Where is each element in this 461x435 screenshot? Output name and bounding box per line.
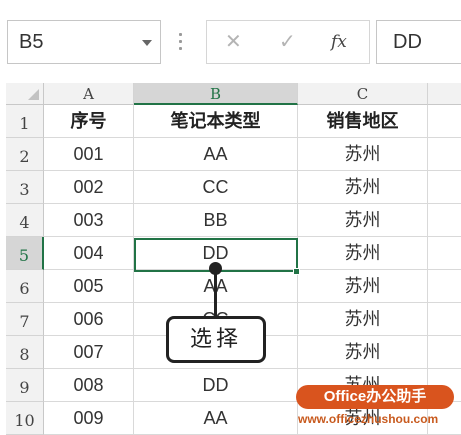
chevron-down-icon[interactable] bbox=[142, 40, 152, 46]
row-header-7[interactable]: 7 bbox=[6, 303, 44, 336]
cell-c7[interactable]: 苏州 bbox=[298, 303, 428, 336]
cell-a3[interactable]: 002 bbox=[44, 171, 134, 204]
cell-b10[interactable]: AA bbox=[134, 402, 298, 435]
cell-d7[interactable] bbox=[428, 303, 461, 336]
cell-a9[interactable]: 008 bbox=[44, 369, 134, 402]
cell-c2[interactable]: 苏州 bbox=[298, 138, 428, 171]
cell-a7[interactable]: 006 bbox=[44, 303, 134, 336]
cell-b2[interactable]: AA bbox=[134, 138, 298, 171]
cell-d4[interactable] bbox=[428, 204, 461, 237]
watermark: Office办公助手 www.officezhushou.com bbox=[296, 383, 461, 435]
cancel-icon[interactable]: ✕ bbox=[225, 29, 242, 54]
cell-a6[interactable]: 005 bbox=[44, 270, 134, 303]
cell-a4[interactable]: 003 bbox=[44, 204, 134, 237]
cell-b9[interactable]: DD bbox=[134, 369, 298, 402]
row-header-9[interactable]: 9 bbox=[6, 369, 44, 402]
watermark-url: www.officezhushou.com bbox=[298, 412, 439, 426]
cell-a1[interactable]: 序号 bbox=[44, 105, 134, 138]
cell-c6[interactable]: 苏州 bbox=[298, 270, 428, 303]
drag-handle-icon[interactable] bbox=[179, 33, 183, 51]
enter-icon[interactable]: ✓ bbox=[279, 29, 296, 54]
cell-d8[interactable] bbox=[428, 336, 461, 369]
callout-label: 选择 bbox=[166, 316, 266, 363]
row-header-2[interactable]: 2 bbox=[6, 138, 44, 171]
cell-b1[interactable]: 笔记本类型 bbox=[134, 105, 298, 138]
name-box[interactable]: B5 bbox=[7, 20, 161, 64]
row-header-4[interactable]: 4 bbox=[6, 204, 44, 237]
watermark-logo: Office办公助手 bbox=[296, 385, 454, 409]
row-header-1[interactable]: 1 bbox=[6, 105, 44, 138]
cell-a10[interactable]: 009 bbox=[44, 402, 134, 435]
column-header-b[interactable]: B bbox=[134, 83, 298, 105]
column-header-a[interactable]: A bbox=[44, 83, 134, 105]
select-all-corner[interactable] bbox=[6, 83, 44, 105]
row-header-3[interactable]: 3 bbox=[6, 171, 44, 204]
column-header-d[interactable] bbox=[428, 83, 461, 105]
cell-b4[interactable]: BB bbox=[134, 204, 298, 237]
cell-d5[interactable] bbox=[428, 237, 461, 270]
cell-a5[interactable]: 004 bbox=[44, 237, 134, 270]
row-header-10[interactable]: 10 bbox=[6, 402, 44, 435]
cell-c5[interactable]: 苏州 bbox=[298, 237, 428, 270]
cell-a8[interactable]: 007 bbox=[44, 336, 134, 369]
cell-d1[interactable] bbox=[428, 105, 461, 138]
cell-d3[interactable] bbox=[428, 171, 461, 204]
row-header-8[interactable]: 8 bbox=[6, 336, 44, 369]
cell-c3[interactable]: 苏州 bbox=[298, 171, 428, 204]
formula-buttons: ✕ ✓ fx bbox=[206, 20, 370, 64]
row-header-6[interactable]: 6 bbox=[6, 270, 44, 303]
cell-c4[interactable]: 苏州 bbox=[298, 204, 428, 237]
formula-input[interactable]: DD bbox=[376, 20, 461, 64]
cell-b3[interactable]: CC bbox=[134, 171, 298, 204]
fill-handle[interactable] bbox=[293, 268, 300, 275]
cell-c8[interactable]: 苏州 bbox=[298, 336, 428, 369]
insert-function-icon[interactable]: fx bbox=[331, 32, 347, 52]
formula-value: DD bbox=[393, 31, 422, 53]
cell-d2[interactable] bbox=[428, 138, 461, 171]
column-header-c[interactable]: C bbox=[298, 83, 428, 105]
row-header-5[interactable]: 5 bbox=[6, 237, 44, 270]
cell-d6[interactable] bbox=[428, 270, 461, 303]
formula-bar: B5 ✕ ✓ fx DD bbox=[0, 0, 461, 82]
cell-a2[interactable]: 001 bbox=[44, 138, 134, 171]
callout-pointer-line bbox=[214, 270, 217, 318]
name-box-value: B5 bbox=[19, 31, 44, 53]
cell-c1[interactable]: 销售地区 bbox=[298, 105, 428, 138]
